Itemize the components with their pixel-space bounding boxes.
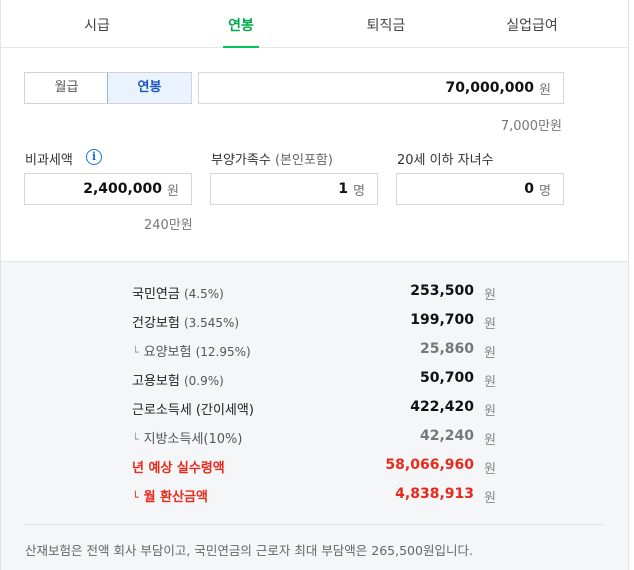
result-label: 국민연금 (4.5%) <box>132 287 224 302</box>
info-icon[interactable]: i <box>86 149 102 165</box>
children-label: 20세 이하 자녀수 <box>397 153 494 168</box>
dependents-label: 부양가족수 (본인포함) <box>211 149 333 168</box>
tab-active-underline <box>223 46 259 48</box>
result-row-income-tax: 근로소득세 (간이세액) 422,420 원 <box>1 399 628 421</box>
nontaxable-hint: 240만원 <box>144 218 193 233</box>
pay-type-monthly-button[interactable]: 월급 <box>25 73 108 103</box>
result-unit: 원 <box>484 317 496 332</box>
dependents-label-sub: (본인포함) <box>274 153 333 168</box>
result-label: └ 요양보험 (12.95%) <box>132 345 251 360</box>
result-unit: 원 <box>484 288 496 303</box>
result-row-annual-net: 년 예상 실수령액 58,066,960 원 <box>1 457 628 479</box>
nontaxable-input-value: 2,400,000 <box>83 181 163 197</box>
result-label: └ 월 환산금액 <box>132 490 208 505</box>
result-value: 25,860 <box>419 341 474 357</box>
result-label: 건강보험 (3.545%) <box>132 316 240 331</box>
result-unit: 원 <box>484 404 496 419</box>
result-value: 199,700 <box>410 312 474 328</box>
dependents-input-unit: 명 <box>353 183 365 199</box>
salary-hint: 7,000만원 <box>500 119 562 134</box>
tab-unemployment[interactable]: 실업급여 <box>497 0 567 48</box>
corner-arrow-icon: └ <box>132 491 139 504</box>
corner-arrow-icon: └ <box>132 346 139 359</box>
corner-arrow-icon: └ <box>132 433 139 446</box>
dependents-input[interactable]: 1 명 <box>210 173 378 205</box>
result-row-local-income-tax: └ 지방소득세(10%) 42,240 원 <box>1 428 628 450</box>
result-value: 4,838,913 <box>395 486 474 502</box>
result-value: 253,500 <box>410 283 474 299</box>
children-input-value: 0 <box>524 181 535 197</box>
result-label: └ 지방소득세(10%) <box>132 432 243 447</box>
tab-annual[interactable]: 연봉 <box>223 0 259 48</box>
nontaxable-label: 비과세액 <box>25 153 73 168</box>
pay-type-annual-button[interactable]: 연봉 <box>107 73 191 103</box>
result-unit: 원 <box>484 433 496 448</box>
result-value: 42,240 <box>419 428 474 444</box>
children-input-unit: 명 <box>539 183 551 199</box>
result-unit: 원 <box>484 462 496 477</box>
result-unit: 원 <box>484 375 496 390</box>
result-value: 50,700 <box>419 370 474 386</box>
result-unit: 원 <box>484 346 496 361</box>
salary-input-value: 70,000,000 <box>445 80 535 96</box>
result-row-employment-insurance: 고용보험 (0.9%) 50,700 원 <box>1 370 628 392</box>
results-divider <box>24 524 604 525</box>
tab-hourly[interactable]: 시급 <box>75 0 119 48</box>
result-label: 년 예상 실수령액 <box>132 461 225 476</box>
result-row-health-insurance: 건강보험 (3.545%) 199,700 원 <box>1 312 628 334</box>
result-value: 58,066,960 <box>385 457 474 473</box>
salary-input[interactable]: 70,000,000 원 <box>198 72 564 104</box>
salary-calculator: 시급 연봉 퇴직금 실업급여 월급 연봉 70,000,000 원 7,000만… <box>0 0 629 570</box>
salary-input-unit: 원 <box>539 82 551 98</box>
result-label: 근로소득세 (간이세액) <box>132 403 254 418</box>
children-input[interactable]: 0 명 <box>396 173 564 205</box>
dependents-label-text: 부양가족수 <box>211 153 271 168</box>
nontaxable-input[interactable]: 2,400,000 원 <box>24 173 192 205</box>
tab-bar: 시급 연봉 퇴직금 실업급여 <box>1 0 628 48</box>
results-panel: 국민연금 (4.5%) 253,500 원 건강보험 (3.545%) 199,… <box>1 261 628 570</box>
result-value: 422,420 <box>410 399 474 415</box>
result-unit: 원 <box>484 491 496 506</box>
nontaxable-input-unit: 원 <box>167 183 179 199</box>
result-row-national-pension: 국민연금 (4.5%) 253,500 원 <box>1 283 628 305</box>
result-label: 고용보험 (0.9%) <box>132 374 224 389</box>
tab-severance[interactable]: 퇴직금 <box>359 0 413 48</box>
result-row-monthly-net: └ 월 환산금액 4,838,913 원 <box>1 486 628 508</box>
dependents-input-value: 1 <box>338 181 349 197</box>
tab-annual-label: 연봉 <box>228 18 254 34</box>
pay-type-selector: 월급 연봉 <box>24 72 192 104</box>
footnote: 산재보험은 전액 회사 부담이고, 국민연금의 근로자 최대 부담액은 265,… <box>25 543 473 558</box>
result-row-care-insurance: └ 요양보험 (12.95%) 25,860 원 <box>1 341 628 363</box>
